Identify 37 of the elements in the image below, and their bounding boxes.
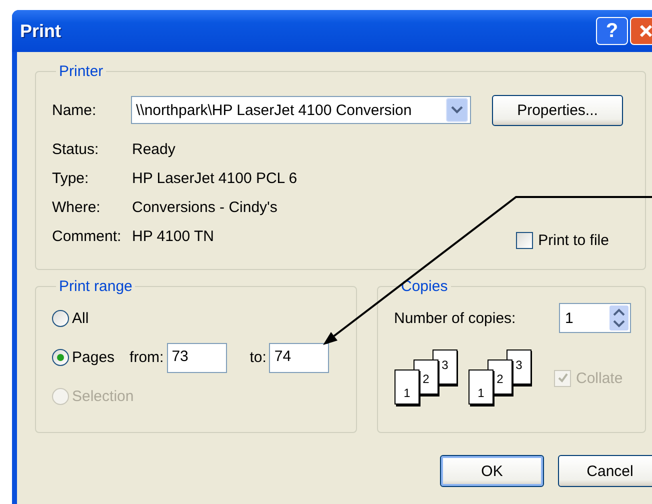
info-label: Type: [52,169,90,188]
radio-button[interactable] [52,310,69,327]
check-icon [556,372,568,384]
checkbox[interactable] [516,232,534,249]
to-page-field[interactable]: 74 [269,342,330,372]
checkbox-label: Collate [576,370,623,386]
spin-arrows-icon [609,305,629,331]
radio-button[interactable] [52,349,69,366]
field-label: from: [130,349,164,366]
info-value: HP 4100 TN [132,227,215,246]
info-label: Status: [52,140,100,159]
radio-label: Pages [72,349,115,366]
page-sheet: 1 [468,370,494,406]
radio-label: All [72,310,89,327]
group-title: Printer [58,63,104,80]
from-page-field[interactable]: 73 [166,342,227,372]
info-value: Conversions - Cindy's [132,198,278,217]
info-value: Ready [132,140,176,159]
group-title: Print range [58,278,134,295]
info-label: Where: [52,198,102,217]
field-label: Name: [52,102,98,118]
dialog-button[interactable]: OK [440,455,544,487]
window-title: Print [20,20,62,42]
printer-dropdown[interactable]: \\northpark\HP LaserJet 4100 Conversion [131,96,471,124]
checkbox-label: Print to file [538,232,609,249]
page-sheet: 1 [394,370,420,406]
group-title: Copies [400,278,449,295]
info-label: Comment: [52,227,122,246]
field-label: Number of copies: [394,310,516,326]
help-button[interactable]: ? [596,17,628,45]
close-icon [639,24,652,38]
field-label: to: [250,349,266,366]
copies-spinner[interactable]: 1 [559,303,631,333]
info-value: HP LaserJet 4100 PCL 6 [132,169,298,188]
dialog-button[interactable]: Cancel [558,455,652,487]
radio-label: Selection [72,388,134,405]
properties-button[interactable]: Properties... [492,94,623,126]
